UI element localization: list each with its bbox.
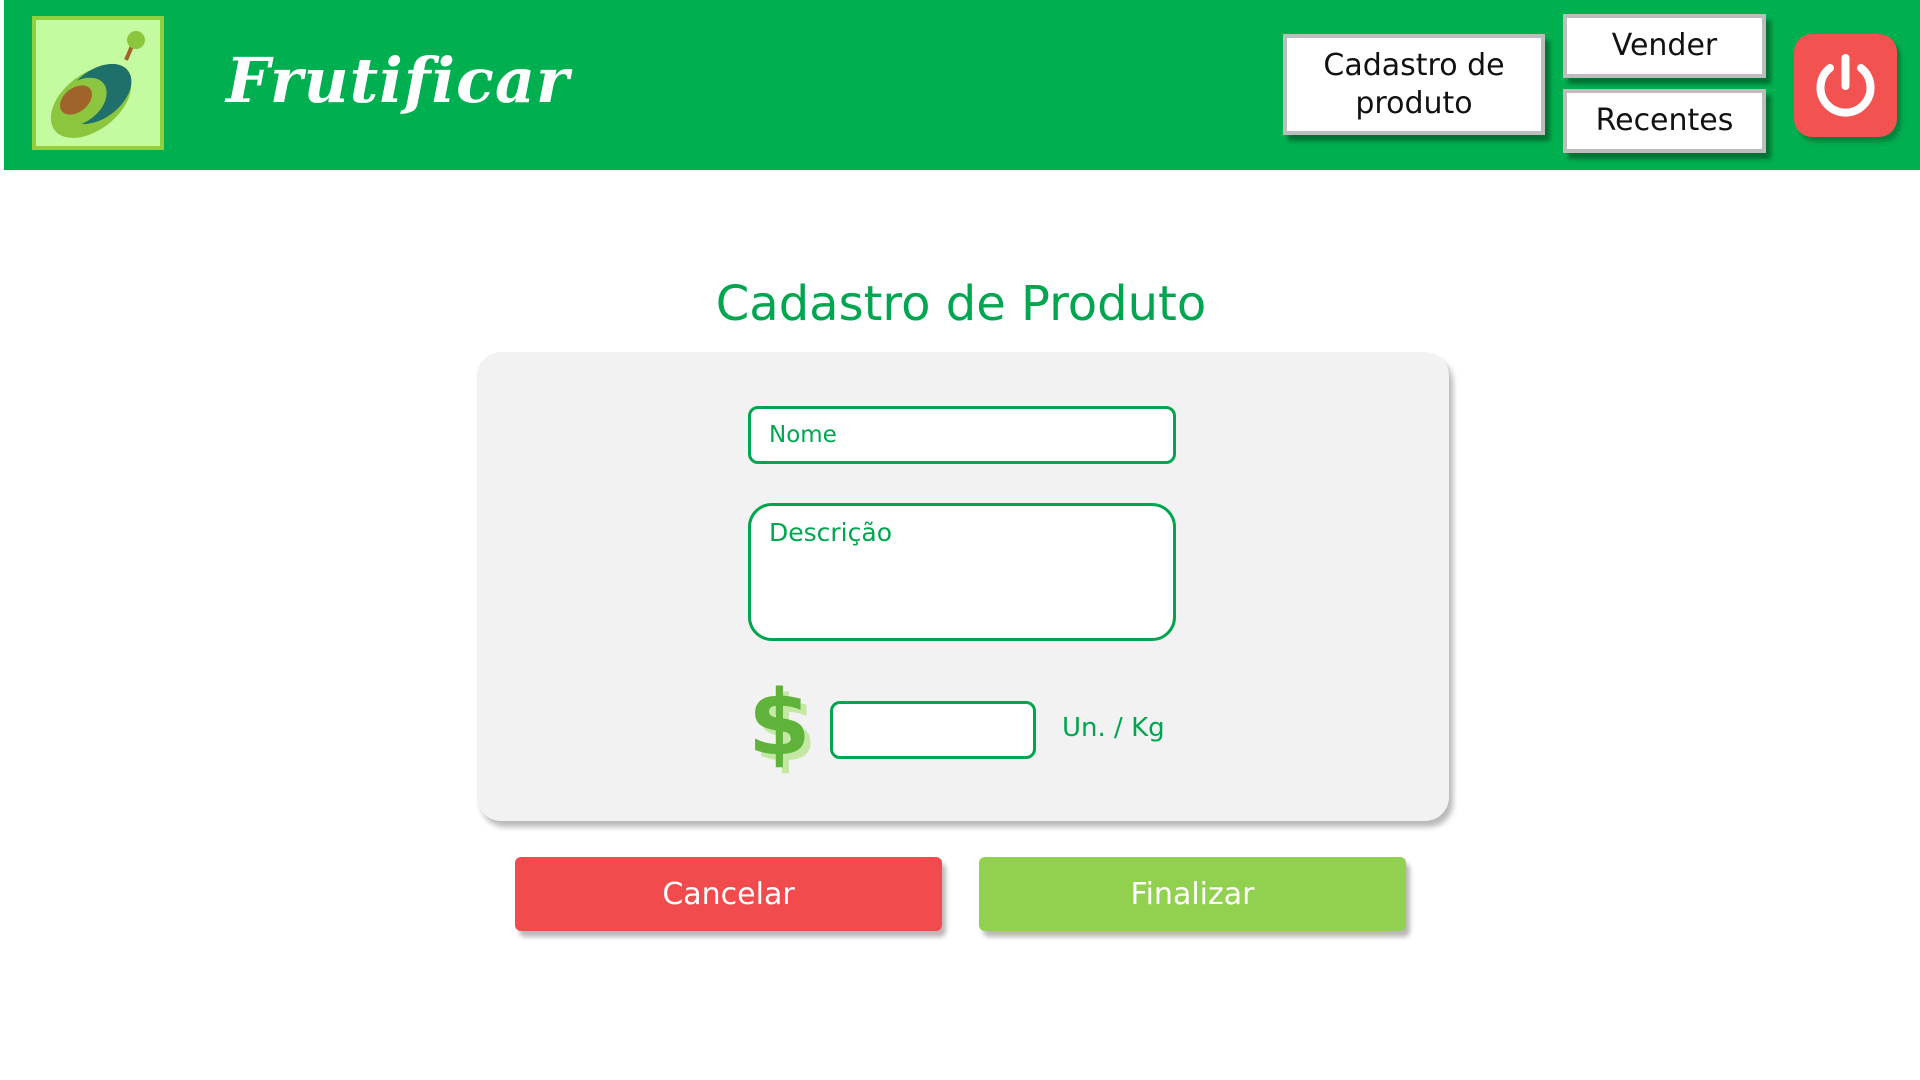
- nav-vender-label: Vender: [1611, 28, 1718, 63]
- descricao-textarea[interactable]: [748, 503, 1176, 641]
- nav-recentes-button[interactable]: Recentes: [1563, 89, 1766, 153]
- nome-input[interactable]: [748, 406, 1176, 464]
- logout-button[interactable]: [1794, 34, 1897, 137]
- top-bar: Frutificar Cadastro de produto Vender Re…: [4, 0, 1920, 170]
- finish-button[interactable]: Finalizar: [979, 857, 1406, 931]
- finish-button-label: Finalizar: [1130, 876, 1255, 912]
- page-title: Cadastro de Produto: [715, 276, 1207, 332]
- nav-vender-button[interactable]: Vender: [1563, 14, 1766, 78]
- cancel-button-label: Cancelar: [662, 876, 795, 912]
- nav-cadastro-produto-button[interactable]: Cadastro de produto: [1283, 34, 1545, 135]
- cancel-button[interactable]: Cancelar: [515, 857, 942, 931]
- app-logo: [32, 16, 164, 150]
- nav-cadastro-produto-label: Cadastro de produto: [1323, 47, 1505, 121]
- svg-text:$: $: [748, 680, 811, 776]
- preco-input[interactable]: [830, 701, 1036, 759]
- unit-label: Un. / Kg: [1062, 713, 1165, 743]
- nav-recentes-label: Recentes: [1595, 103, 1734, 138]
- dollar-icon: $ $: [748, 671, 817, 782]
- app-brand-name: Frutificar: [226, 44, 570, 117]
